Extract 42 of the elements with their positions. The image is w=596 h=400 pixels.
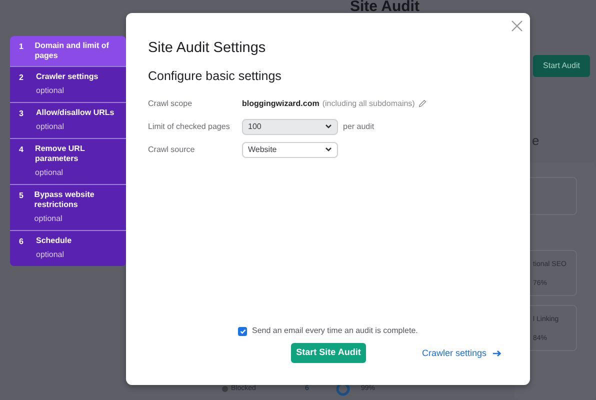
step-subtitle: optional: [36, 121, 66, 133]
modal-title: Site Audit Settings: [148, 40, 267, 58]
step-subtitle: optional: [34, 213, 64, 225]
step-item[interactable]: 2 Crawler settings optional: [10, 67, 126, 103]
domain-value: bloggingwizard.com: [242, 98, 320, 110]
select-field[interactable]: Website: [242, 142, 338, 158]
step-item[interactable]: 4 Remove URL parameters optional: [10, 139, 126, 185]
scope-note: (including all subdomains): [322, 98, 415, 110]
status-dot-icon: [222, 386, 228, 392]
field-label: Limit of checked pages: [148, 120, 231, 133]
step-subtitle: optional: [36, 85, 66, 97]
crawler-settings-link[interactable]: Crawler settings: [422, 347, 502, 360]
page-heading: Site Audit: [350, 0, 420, 14]
step-title: Domain and limit of pages: [34, 41, 110, 61]
ring-chart-icon: [336, 382, 350, 396]
step-number: 5: [19, 190, 24, 202]
step-item[interactable]: 5 Bypass website restrictions optional: [10, 185, 126, 231]
step-title: Crawler settings: [36, 72, 98, 82]
step-title: Bypass website restrictions: [34, 190, 96, 210]
close-icon[interactable]: [511, 20, 523, 32]
step-item[interactable]: 6 Schedule optional: [10, 231, 126, 266]
step-item[interactable]: 1 Domain and limit of pages: [10, 36, 126, 67]
step-subtitle: optional: [36, 249, 66, 261]
field-label: Crawl scope: [148, 98, 194, 110]
start-audit-button[interactable]: Start Audit: [533, 55, 590, 77]
field-suffix: per audit: [343, 120, 374, 133]
edit-icon[interactable]: [418, 99, 427, 108]
step-number: 3: [19, 108, 24, 120]
chevron-down-icon[interactable]: [325, 147, 332, 152]
step-number: 6: [19, 236, 24, 248]
step-number: 2: [19, 72, 24, 84]
checkbox-label: Send an email every time an audit is complete.: [252, 325, 418, 337]
step-title: Schedule: [36, 236, 72, 246]
step-title: Allow/disallow URLs: [36, 108, 114, 118]
field-label: Crawl source: [148, 144, 196, 156]
section-heading: Configure basic settings: [148, 69, 282, 84]
step-number: 1: [19, 41, 24, 53]
arrow-right-icon: [492, 350, 502, 358]
step-number: 4: [19, 144, 24, 156]
step-title: Remove URL parameters: [35, 144, 86, 164]
step-item[interactable]: 3 Allow/disallow URLs optional: [10, 103, 126, 139]
step-subtitle: optional: [35, 167, 64, 179]
